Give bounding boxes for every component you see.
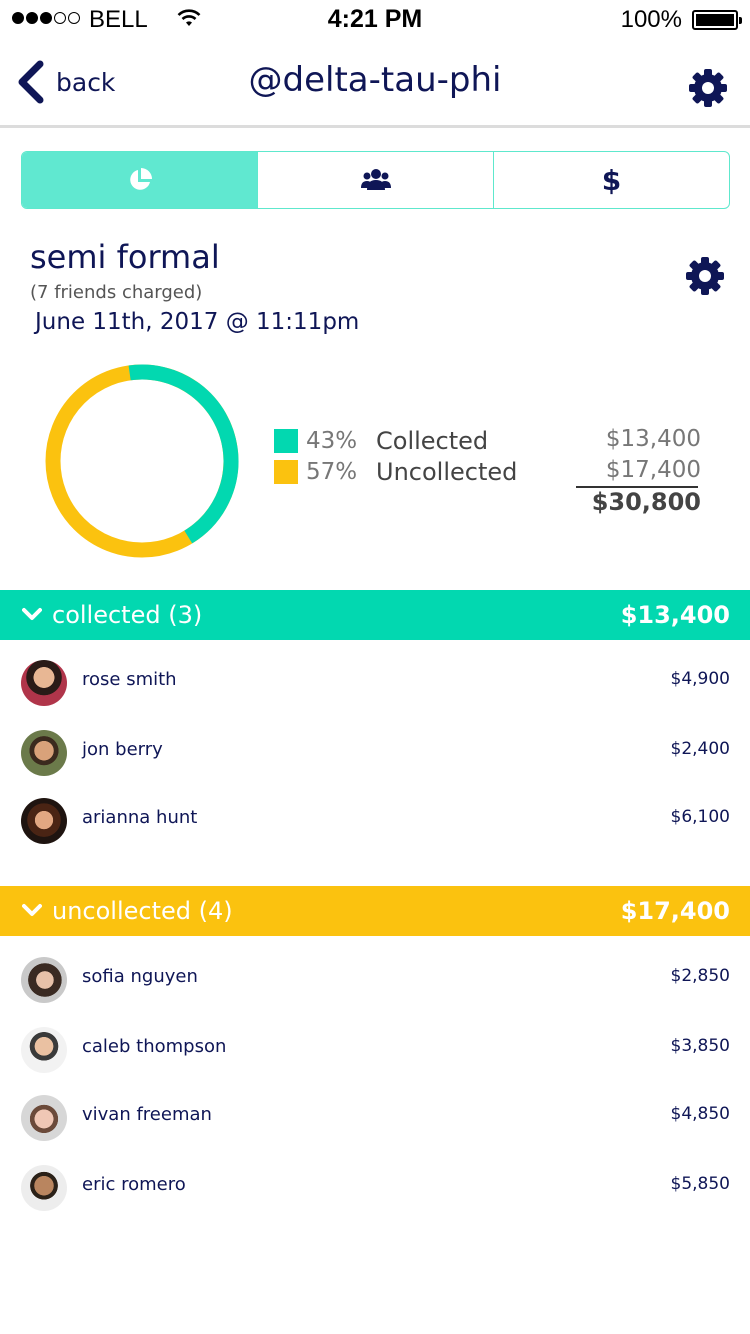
uncollected-percent: 57% <box>306 459 358 485</box>
list-item[interactable]: rose smith $4,900 <box>0 657 750 707</box>
list-item[interactable]: eric romero $5,850 <box>0 1162 750 1212</box>
avatar <box>21 798 67 844</box>
list-item[interactable]: jon berry $2,400 <box>0 727 750 777</box>
dollar-icon: $ <box>601 163 622 197</box>
page-title: @delta-tau-phi <box>248 60 502 100</box>
chevron-down-icon <box>22 904 42 916</box>
avatar <box>21 1165 67 1211</box>
uncollected-section-title: uncollected (4) <box>52 897 233 925</box>
collected-swatch <box>274 429 298 453</box>
settings-gear-icon[interactable] <box>688 68 728 108</box>
legend-uncollected: 57% Uncollected <box>274 458 517 486</box>
tab-members[interactable] <box>258 152 494 208</box>
avatar <box>21 1095 67 1141</box>
uncollected-amount: $17,400 <box>605 457 701 483</box>
person-amount: $2,400 <box>670 739 730 759</box>
chevron-down-icon <box>22 608 42 620</box>
collected-amount: $13,400 <box>605 426 701 452</box>
donut-collected-arc <box>45 364 239 558</box>
nav-bar: back @delta-tau-phi <box>0 40 750 128</box>
uncollected-section-header[interactable]: uncollected (4) $17,400 <box>0 886 750 936</box>
tab-payments[interactable]: $ <box>494 152 729 208</box>
tab-overview[interactable] <box>22 152 258 208</box>
person-amount: $4,900 <box>670 669 730 689</box>
collected-label: Collected <box>376 427 489 455</box>
collected-percent: 43% <box>306 428 358 454</box>
person-name: sofia nguyen <box>82 966 198 987</box>
view-tabs: $ <box>21 151 730 209</box>
person-name: rose smith <box>82 669 177 690</box>
person-name: vivan freeman <box>82 1104 212 1125</box>
avatar <box>21 957 67 1003</box>
event-settings-gear-icon[interactable] <box>685 256 725 296</box>
person-name: arianna hunt <box>82 807 198 828</box>
list-item[interactable]: caleb thompson $3,850 <box>0 1024 750 1074</box>
avatar <box>21 1027 67 1073</box>
collected-section-header[interactable]: collected (3) $13,400 <box>0 590 750 640</box>
pie-chart-icon <box>129 168 152 190</box>
event-date: June 11th, 2017 @ 11:11pm <box>35 309 360 335</box>
legend-collected: 43% Collected <box>274 427 488 455</box>
uncollected-label: Uncollected <box>376 458 518 486</box>
battery-icon <box>692 10 742 30</box>
person-amount: $2,850 <box>670 966 730 986</box>
uncollected-section-total: $17,400 <box>620 897 730 925</box>
uncollected-swatch <box>274 460 298 484</box>
status-bar: BELL 4:21 PM 100% <box>0 0 750 40</box>
battery-percent: 100% <box>620 6 682 33</box>
users-icon <box>360 169 391 190</box>
person-amount: $4,850 <box>670 1104 730 1124</box>
event-name: semi formal <box>30 238 220 276</box>
person-amount: $3,850 <box>670 1036 730 1056</box>
person-name: eric romero <box>82 1174 186 1195</box>
person-name: caleb thompson <box>82 1036 227 1057</box>
avatar <box>21 730 67 776</box>
list-item[interactable]: vivan freeman $4,850 <box>0 1092 750 1142</box>
person-name: jon berry <box>82 739 163 760</box>
collection-donut-chart <box>45 364 239 558</box>
collected-section-total: $13,400 <box>620 601 730 629</box>
list-item[interactable]: arianna hunt $6,100 <box>0 795 750 845</box>
collected-section-title: collected (3) <box>52 601 203 629</box>
avatar <box>21 660 67 706</box>
total-amount: $30,800 <box>591 488 701 516</box>
person-amount: $5,850 <box>670 1174 730 1194</box>
person-amount: $6,100 <box>670 807 730 827</box>
event-subtitle: (7 friends charged) <box>30 282 203 303</box>
list-item[interactable]: sofia nguyen $2,850 <box>0 954 750 1004</box>
